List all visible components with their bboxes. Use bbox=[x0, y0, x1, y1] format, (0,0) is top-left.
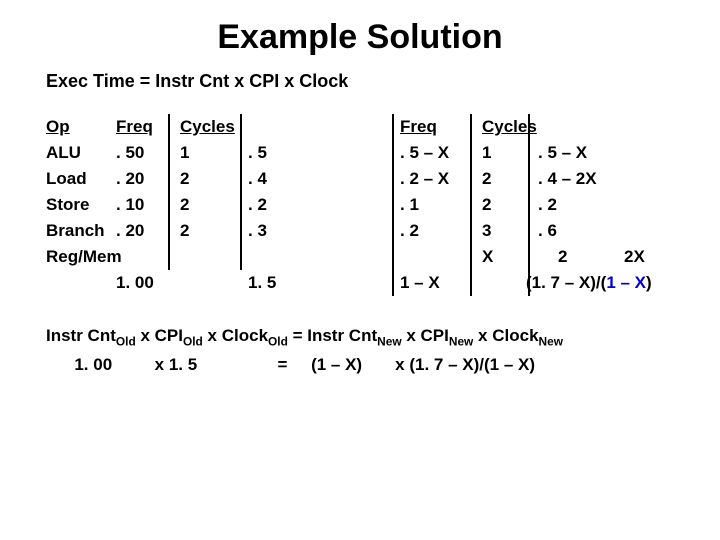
cell: . 3 bbox=[248, 218, 292, 244]
cell: Load bbox=[46, 166, 116, 192]
col-prod-new: . 5 – X . 4 – 2X . 2 . 6 2 (1. 7 – X)/(1… bbox=[530, 114, 624, 296]
cell-total: 1. 5 bbox=[248, 270, 292, 296]
hdr-freq: Freq bbox=[116, 114, 168, 140]
col-prod-old: . 5 . 4 . 2 . 3 1. 5 bbox=[242, 114, 292, 296]
equation-block: Instr CntOld x CPIOld x ClockOld = Instr… bbox=[46, 322, 674, 379]
hdr-cycles: Cycles bbox=[180, 114, 240, 140]
cell bbox=[248, 244, 292, 270]
cell bbox=[482, 270, 528, 296]
hdr-op: Op bbox=[46, 114, 116, 140]
slide: Example Solution Exec Time = Instr Cnt x… bbox=[0, 0, 720, 540]
cell: . 10 bbox=[116, 192, 168, 218]
cell: 2X bbox=[624, 244, 664, 270]
cell: ALU bbox=[46, 140, 116, 166]
col-freq-old: Freq . 50 . 20 . 10 . 20 1. 00 bbox=[116, 114, 168, 296]
cell bbox=[180, 244, 240, 270]
cpi-table: Op ALU Load Store Branch Reg/Mem Freq . … bbox=[46, 114, 674, 296]
cell: . 2 bbox=[248, 192, 292, 218]
cell-total: 1. 00 bbox=[116, 270, 168, 296]
hdr-freq2: Freq bbox=[400, 114, 470, 140]
cell bbox=[116, 244, 168, 270]
cell: . 6 bbox=[538, 218, 624, 244]
eq-line2: 1. 00 x 1. 5 = (1 – X) x (1. 7 – X)/(1 –… bbox=[46, 351, 674, 378]
page-title: Example Solution bbox=[46, 18, 674, 57]
cell: . 2 bbox=[538, 192, 624, 218]
cell: Store bbox=[46, 192, 116, 218]
cell: . 5 – X bbox=[400, 140, 470, 166]
cell: 2 bbox=[180, 166, 240, 192]
cell: . 2 – X bbox=[400, 166, 470, 192]
cell: 3 bbox=[482, 218, 528, 244]
cell: . 20 bbox=[116, 166, 168, 192]
cell-total: 1 – X bbox=[400, 270, 470, 296]
cell: Reg/Mem bbox=[46, 244, 116, 270]
cell: . 5 – X bbox=[538, 140, 624, 166]
cell: . 1 bbox=[400, 192, 470, 218]
cell: . 5 bbox=[248, 140, 292, 166]
cell: Branch bbox=[46, 218, 116, 244]
cell bbox=[46, 270, 116, 296]
eq-line1: Instr CntOld x CPIOld x ClockOld = Instr… bbox=[46, 322, 674, 351]
col-cycles-old: Cycles 1 2 2 2 bbox=[170, 114, 240, 296]
cell: 2 bbox=[180, 218, 240, 244]
cell: . 4 – 2X bbox=[538, 166, 624, 192]
cell: 1 bbox=[482, 140, 528, 166]
cell: 2 bbox=[482, 192, 528, 218]
col-gap bbox=[292, 114, 392, 296]
cell: . 20 bbox=[116, 218, 168, 244]
hdr-blank bbox=[248, 114, 292, 140]
col-freq-new: Freq . 5 – X . 2 – X . 1 . 2 1 – X bbox=[394, 114, 470, 296]
cell: 2 bbox=[180, 192, 240, 218]
cell: . 50 bbox=[116, 140, 168, 166]
cell: X bbox=[482, 244, 528, 270]
cell bbox=[400, 244, 470, 270]
exec-time-formula: Exec Time = Instr Cnt x CPI x Clock bbox=[46, 71, 674, 92]
cell: 2 bbox=[482, 166, 528, 192]
cell bbox=[180, 270, 240, 296]
cell: 2 bbox=[538, 244, 624, 270]
cell: . 2 bbox=[400, 218, 470, 244]
hdr-blank bbox=[538, 114, 624, 140]
col-op: Op ALU Load Store Branch Reg/Mem bbox=[46, 114, 116, 296]
cell-total: (1. 7 – X)/(1 – X) bbox=[526, 270, 624, 296]
hdr-cycles2: Cycles bbox=[482, 114, 528, 140]
col-cycles-new: Cycles 1 2 2 3 X bbox=[472, 114, 528, 296]
cell: 1 bbox=[180, 140, 240, 166]
cell: . 4 bbox=[248, 166, 292, 192]
col-tail: 2X bbox=[624, 114, 664, 296]
